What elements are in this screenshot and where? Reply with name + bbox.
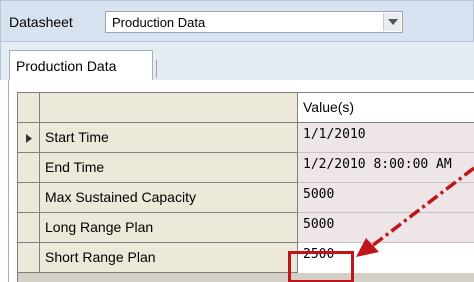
- dashed-arrow-icon: [356, 166, 474, 257]
